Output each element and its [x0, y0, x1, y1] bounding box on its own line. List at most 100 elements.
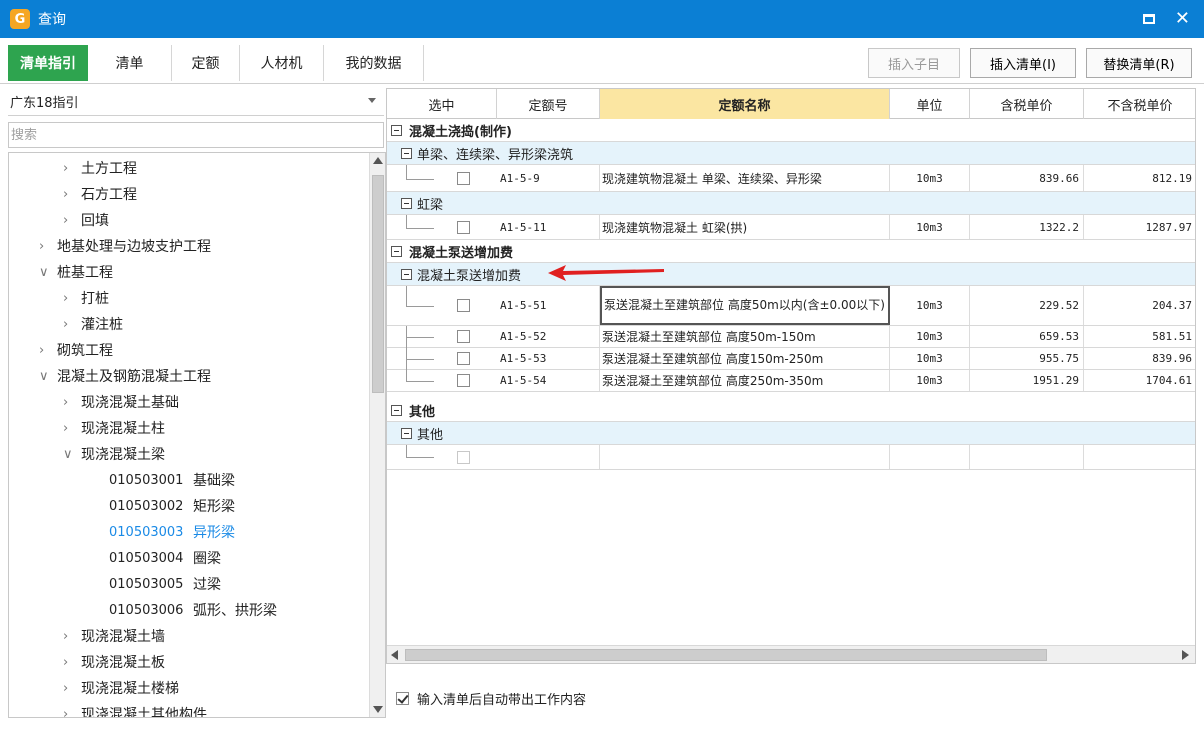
- vertical-scrollbar[interactable]: [369, 153, 385, 717]
- subgroup-row[interactable]: 其他: [387, 422, 1195, 445]
- chevron-right-icon[interactable]: ›: [63, 291, 81, 306]
- notax-price: 204.37: [1084, 286, 1195, 325]
- tree-node[interactable]: › 石方工程: [63, 181, 137, 207]
- chevron-right-icon[interactable]: ›: [39, 239, 57, 254]
- chevron-down-icon[interactable]: ∨: [63, 447, 81, 462]
- table-row[interactable]: A1-5-9 现浇建筑物混凝土 单梁、连续梁、异形梁 10m3 839.66 8…: [387, 165, 1195, 192]
- chevron-right-icon[interactable]: ›: [63, 629, 81, 644]
- tree-node[interactable]: › 现浇混凝土基础: [63, 389, 179, 415]
- table-row[interactable]: A1-5-11 现浇建筑物混凝土 虹梁(拱) 10m3 1322.2 1287.…: [387, 215, 1195, 240]
- chevron-down-icon[interactable]: ∨: [39, 369, 57, 384]
- tree-leaf-item[interactable]: 010503001 基础梁: [109, 467, 235, 493]
- quota-name: 现浇建筑物混凝土 虹梁(拱): [600, 215, 890, 239]
- tree-node[interactable]: › 灌注桩: [63, 311, 123, 337]
- chevron-right-icon[interactable]: ›: [63, 681, 81, 696]
- scroll-right-icon[interactable]: [1182, 650, 1189, 660]
- header-notax-price[interactable]: 不含税单价: [1084, 89, 1195, 119]
- collapse-icon[interactable]: [401, 428, 412, 439]
- tree-leaf-item[interactable]: 010503002 矩形梁: [109, 493, 235, 519]
- insert-list-button[interactable]: 插入清单(I): [970, 48, 1076, 78]
- collapse-icon[interactable]: [401, 148, 412, 159]
- tree-node[interactable]: › 土方工程: [63, 155, 137, 181]
- scroll-left-icon[interactable]: [391, 650, 398, 660]
- header-unit[interactable]: 单位: [890, 89, 970, 119]
- maximize-icon[interactable]: [1142, 14, 1155, 24]
- tax-price: 659.53: [970, 326, 1084, 347]
- table-row[interactable]: A1-5-53 泵送混凝土至建筑部位 高度150m-250m 10m3 955.…: [387, 348, 1195, 370]
- tree-node[interactable]: ∨ 桩基工程: [39, 259, 113, 285]
- tree-node[interactable]: › 打桩: [63, 285, 109, 311]
- row-checkbox[interactable]: [457, 352, 470, 365]
- row-checkbox[interactable]: [457, 374, 470, 387]
- tree-node[interactable]: › 现浇混凝土墙: [63, 623, 165, 649]
- table-row[interactable]: A1-5-51 泵送混凝土至建筑部位 高度50m以内(含±0.00以下) 10m…: [387, 286, 1195, 326]
- chevron-right-icon[interactable]: ›: [63, 187, 81, 202]
- tab-my-data[interactable]: 我的数据: [324, 45, 424, 81]
- tree-node[interactable]: › 砌筑工程: [39, 337, 113, 363]
- collapse-icon[interactable]: [401, 198, 412, 209]
- subgroup-row[interactable]: 虹梁: [387, 192, 1195, 215]
- insert-child-button[interactable]: 插入子目: [868, 48, 960, 78]
- chevron-down-icon[interactable]: ∨: [39, 265, 57, 280]
- collapse-icon[interactable]: [391, 125, 402, 136]
- tab-list-guide[interactable]: 清单指引: [8, 45, 88, 81]
- horizontal-scrollbar[interactable]: [387, 645, 1195, 663]
- collapse-icon[interactable]: [401, 269, 412, 280]
- auto-content-option[interactable]: 输入清单后自动带出工作内容: [396, 688, 586, 708]
- chevron-right-icon[interactable]: ›: [63, 707, 81, 718]
- row-checkbox[interactable]: [457, 172, 470, 185]
- subgroup-row[interactable]: 单梁、连续梁、异形梁浇筑: [387, 142, 1195, 165]
- tree-leaf-item[interactable]: 010503006 弧形、拱形梁: [109, 597, 277, 623]
- row-checkbox[interactable]: [457, 299, 470, 312]
- scroll-thumb[interactable]: [372, 175, 384, 393]
- chevron-right-icon[interactable]: ›: [39, 343, 57, 358]
- tree-node[interactable]: › 现浇混凝土其他构件: [63, 701, 207, 718]
- tree-leaf-item[interactable]: 010503004 圈梁: [109, 545, 221, 571]
- tree-leaf-item[interactable]: 010503003 异形梁: [109, 519, 235, 545]
- subgroup-row[interactable]: 混凝土泵送增加费: [387, 263, 1195, 286]
- tree-line: [406, 286, 407, 306]
- row-checkbox[interactable]: [457, 221, 470, 234]
- scroll-up-icon[interactable]: [373, 157, 383, 164]
- tree-node[interactable]: › 现浇混凝土柱: [63, 415, 165, 441]
- chevron-right-icon[interactable]: ›: [63, 161, 81, 176]
- collapse-icon[interactable]: [391, 246, 402, 257]
- tree-node[interactable]: › 回填: [63, 207, 109, 233]
- header-quota-name[interactable]: 定额名称: [600, 89, 890, 119]
- tree-node[interactable]: › 现浇混凝土板: [63, 649, 165, 675]
- tree-node[interactable]: ∨ 现浇混凝土梁: [63, 441, 165, 467]
- row-checkbox[interactable]: [457, 330, 470, 343]
- tree-node[interactable]: › 地基处理与边坡支护工程: [39, 233, 211, 259]
- group-row[interactable]: 其他: [387, 399, 1195, 422]
- collapse-icon[interactable]: [391, 405, 402, 416]
- tree-node[interactable]: ∨ 混凝土及钢筋混凝土工程: [39, 363, 211, 389]
- group-row[interactable]: 混凝土泵送增加费: [387, 240, 1195, 263]
- guide-select[interactable]: 广东18指引: [8, 88, 384, 116]
- close-icon[interactable]: ✕: [1175, 10, 1190, 28]
- chevron-right-icon[interactable]: ›: [63, 655, 81, 670]
- chevron-right-icon[interactable]: ›: [63, 395, 81, 410]
- tab-quota[interactable]: 定额: [172, 45, 240, 81]
- table-row[interactable]: A1-5-54 泵送混凝土至建筑部位 高度250m-350m 10m3 1951…: [387, 370, 1195, 392]
- search-input[interactable]: [8, 122, 384, 148]
- tab-labor-material-machine[interactable]: 人材机: [240, 45, 324, 81]
- chevron-right-icon[interactable]: ›: [63, 317, 81, 332]
- header-quota-code[interactable]: 定额号: [497, 89, 600, 119]
- table-row[interactable]: A1-5-52 泵送混凝土至建筑部位 高度50m-150m 10m3 659.5…: [387, 326, 1195, 348]
- tree-node[interactable]: › 现浇混凝土楼梯: [63, 675, 179, 701]
- row-checkbox[interactable]: [457, 451, 470, 464]
- group-row[interactable]: 混凝土浇捣(制作): [387, 119, 1195, 142]
- chevron-down-icon[interactable]: [368, 98, 376, 103]
- header-tax-price[interactable]: 含税单价: [970, 89, 1084, 119]
- table-row[interactable]: [387, 445, 1195, 470]
- tab-list[interactable]: 清单: [88, 45, 172, 81]
- replace-list-button[interactable]: 替换清单(R): [1086, 48, 1192, 78]
- tree-leaf-item[interactable]: 010503005 过梁: [109, 571, 221, 597]
- header-select[interactable]: 选中: [387, 89, 497, 119]
- auto-content-checkbox[interactable]: [396, 691, 409, 705]
- quota-name[interactable]: 泵送混凝土至建筑部位 高度50m以内(含±0.00以下): [600, 286, 890, 325]
- scroll-down-icon[interactable]: [373, 706, 383, 713]
- chevron-right-icon[interactable]: ›: [63, 213, 81, 228]
- scroll-thumb[interactable]: [405, 649, 1047, 661]
- chevron-right-icon[interactable]: ›: [63, 421, 81, 436]
